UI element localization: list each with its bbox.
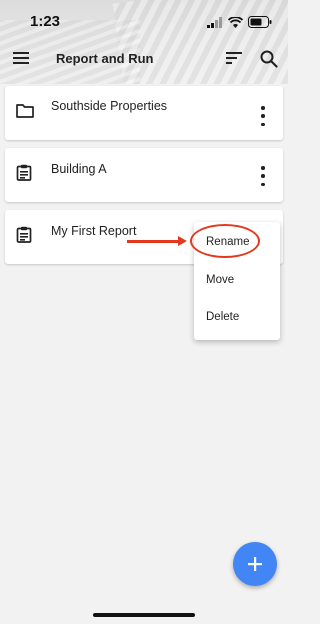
folder-icon xyxy=(16,103,34,123)
clipboard-icon xyxy=(16,226,32,248)
add-button[interactable] xyxy=(233,542,277,586)
menu-button[interactable] xyxy=(12,50,30,66)
status-time: 1:23 xyxy=(30,13,61,30)
sort-icon xyxy=(226,52,242,64)
menu-item-move[interactable]: Move xyxy=(206,274,234,286)
item-label: Building A xyxy=(51,162,107,176)
wifi-icon xyxy=(228,16,243,28)
search-button[interactable] xyxy=(258,48,280,70)
search-icon xyxy=(260,50,278,68)
plus-icon xyxy=(248,557,262,571)
item-label: Southside Properties xyxy=(51,99,168,113)
hamburger-icon xyxy=(13,52,29,64)
page-title: Report and Run xyxy=(56,51,154,66)
clipboard-icon xyxy=(16,164,32,186)
list-item[interactable]: Building A xyxy=(5,148,283,202)
sort-button[interactable] xyxy=(224,50,244,66)
more-options-icon[interactable] xyxy=(257,106,269,126)
home-indicator[interactable] xyxy=(93,613,195,617)
highlight-ring xyxy=(190,224,260,258)
arrow-head-icon xyxy=(178,236,187,246)
menu-item-delete[interactable]: Delete xyxy=(206,311,239,323)
list-item[interactable]: Southside Properties xyxy=(5,86,283,140)
item-label: My First Report xyxy=(51,224,137,238)
app-header: 1:23 Report and Run xyxy=(0,0,288,84)
annotation-arrow xyxy=(127,240,179,243)
status-icons xyxy=(207,16,272,28)
battery-icon xyxy=(248,16,272,28)
signal-icon xyxy=(207,16,222,28)
more-options-icon[interactable] xyxy=(257,166,269,186)
